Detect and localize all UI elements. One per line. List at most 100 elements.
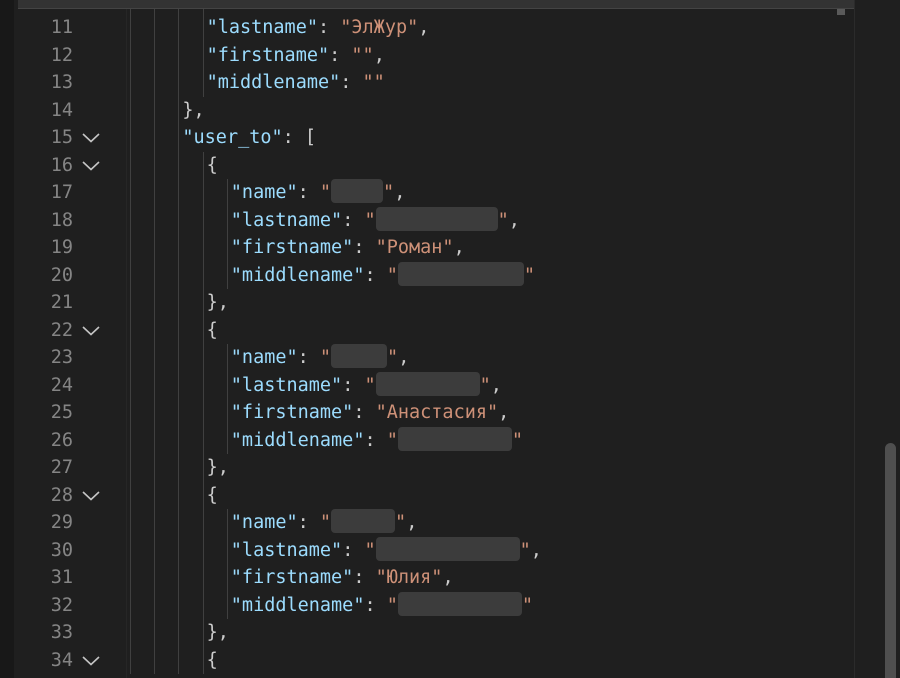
json-string: "" <box>362 72 385 93</box>
editor-top-panel-edge <box>18 0 855 9</box>
code-editor[interactable]: 10"name": "1",11"lastname": "ЭлЖур",12"f… <box>0 0 900 678</box>
indent-guide <box>202 151 204 179</box>
scroll-marker <box>837 9 845 15</box>
code-line[interactable]: 20 "middlename": " " <box>0 261 854 290</box>
indent-guide <box>202 179 204 207</box>
redacted-value <box>375 206 498 231</box>
json-punctuation: : <box>317 17 341 38</box>
code-line[interactable]: 31 "firstname": "Юлия", <box>0 564 854 592</box>
code-text: "middlename": " " <box>231 261 535 290</box>
indent-guide <box>178 41 180 69</box>
json-string: "Анастасия" <box>375 402 499 423</box>
indent-guide <box>130 179 131 207</box>
indent-guide <box>178 399 180 427</box>
indent-guide <box>154 289 156 317</box>
json-string: "ЭлЖур" <box>340 17 419 38</box>
chevron-down-icon[interactable] <box>80 124 102 152</box>
indent-guide <box>130 14 131 42</box>
code-line[interactable]: 27}, <box>0 454 854 482</box>
indent-guide <box>178 316 180 344</box>
code-text: "name": " ", <box>231 179 406 207</box>
code-line[interactable]: 21}, <box>0 289 854 317</box>
indent-guide <box>130 151 131 179</box>
code-line[interactable]: 11 "lastname": "ЭлЖур", <box>0 14 854 42</box>
code-text: { <box>207 152 218 180</box>
json-key: "name" <box>230 347 298 368</box>
code-line[interactable]: 13 "middlename": "" <box>0 69 854 97</box>
line-number: 34 <box>50 649 73 671</box>
json-string: " <box>364 209 376 231</box>
indent-guide <box>202 564 204 592</box>
line-number: 32 <box>50 594 73 616</box>
indent-guide <box>154 124 156 152</box>
code-line[interactable]: 15 "user_to": [ <box>0 124 854 152</box>
code-line[interactable]: 12 "firstname": "", <box>0 41 854 69</box>
code-lines[interactable]: 10"name": "1",11"lastname": "ЭлЖур",12"f… <box>0 0 854 678</box>
chevron-down-icon[interactable] <box>80 152 102 180</box>
json-key: "firstname" <box>206 44 330 66</box>
line-number: 13 <box>50 72 73 93</box>
line-number: 26 <box>50 429 73 451</box>
code-line[interactable]: 16 { <box>0 151 854 180</box>
indent-guide <box>130 69 131 97</box>
code-line[interactable]: 30 "lastname": " ", <box>0 536 854 564</box>
line-number: 24 <box>50 374 73 396</box>
code-line[interactable]: 32 "middlename": " " <box>0 591 854 619</box>
json-punctuation: , <box>394 182 406 203</box>
json-key: "middlename" <box>230 594 365 616</box>
scrollbar-thumb[interactable] <box>885 443 896 678</box>
indent-guide <box>178 96 180 124</box>
code-line[interactable]: 34 { <box>0 646 854 675</box>
line-number: 15 <box>50 127 73 148</box>
line-number: 27 <box>50 457 73 478</box>
json-punctuation: }, <box>206 622 229 643</box>
indent-guide <box>154 261 156 289</box>
line-number: 19 <box>50 237 73 258</box>
code-text: "name": " ", <box>231 509 417 537</box>
code-line[interactable]: 14}, <box>0 96 854 125</box>
indent-guide <box>226 399 228 427</box>
indent-guide <box>130 619 131 647</box>
json-punctuation: : <box>329 44 352 66</box>
json-string: " <box>364 539 376 561</box>
chevron-down-icon[interactable] <box>80 482 102 510</box>
code-text: "middlename": " " <box>231 426 523 455</box>
chevron-down-icon[interactable] <box>80 317 102 345</box>
line-number: 22 <box>50 319 73 341</box>
code-line[interactable]: 25 "firstname": "Анастасия", <box>0 399 854 427</box>
indent-guide <box>226 261 228 289</box>
indent-guide <box>154 234 156 262</box>
code-text: }, <box>207 619 229 647</box>
indent-guide <box>202 591 204 619</box>
indent-guide <box>130 371 131 399</box>
indent-guide <box>130 481 131 509</box>
code-line[interactable]: 26 "middlename": " " <box>0 426 854 455</box>
indent-guide <box>178 261 180 289</box>
code-text: }, <box>182 97 204 125</box>
code-line[interactable]: 29 "name": " ", <box>0 509 854 537</box>
code-line[interactable]: 28 { <box>0 481 854 510</box>
json-punctuation: { <box>206 649 218 671</box>
json-punctuation: { <box>206 319 218 341</box>
indent-guide <box>130 41 131 69</box>
code-line[interactable]: 23 "name": " ", <box>0 344 854 372</box>
json-key: "middlename" <box>206 72 341 93</box>
indent-guide <box>178 151 180 179</box>
json-punctuation: : <box>353 402 376 423</box>
code-line[interactable]: 19 "firstname": "Роман", <box>0 234 854 262</box>
line-number: 16 <box>50 154 73 176</box>
code-line[interactable]: 17 "name": " ", <box>0 179 854 207</box>
indent-guide <box>178 344 180 372</box>
code-line[interactable]: 24 "lastname": " ", <box>0 371 854 399</box>
json-punctuation: : <box>342 374 365 396</box>
indent-guide <box>202 536 204 564</box>
json-punctuation: { <box>206 484 218 506</box>
indent-guide <box>202 426 204 454</box>
code-text: { <box>207 317 218 345</box>
code-line[interactable]: 18 "lastname": " ", <box>0 206 854 234</box>
json-string: " <box>319 182 332 203</box>
json-string: " <box>519 539 531 561</box>
code-line[interactable]: 33}, <box>0 619 854 647</box>
chevron-down-icon[interactable] <box>80 647 102 675</box>
code-line[interactable]: 22 { <box>0 316 854 345</box>
